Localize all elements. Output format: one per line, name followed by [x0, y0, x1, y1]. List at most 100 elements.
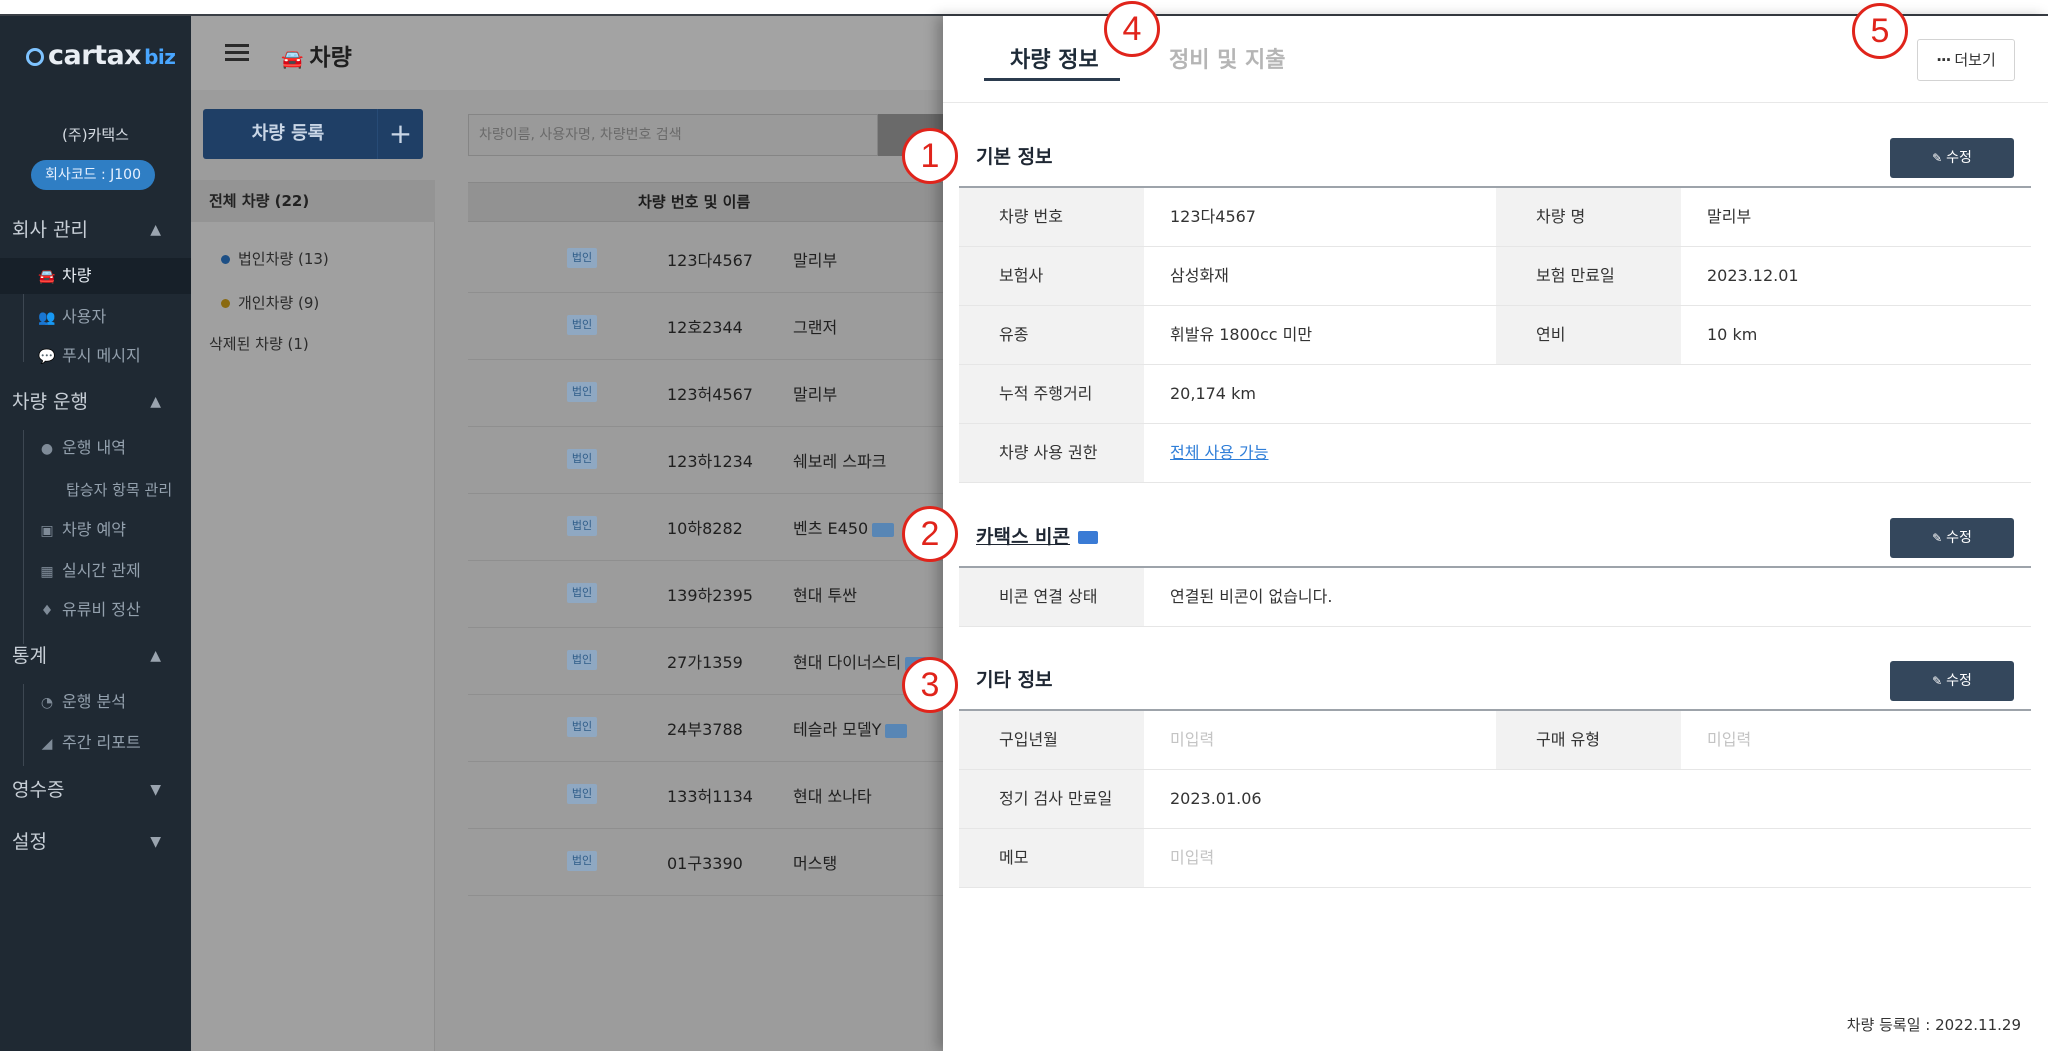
map-icon: ▦: [40, 564, 54, 580]
nav-group-label: 통계: [12, 645, 47, 667]
tab-maintenance-expense[interactable]: 정비 및 지출: [1169, 42, 1286, 74]
annotation-marker-4: 4: [1104, 1, 1160, 57]
corporate-badge: 법인: [567, 248, 597, 268]
company-code-badge: 회사코드 : J100: [31, 160, 155, 190]
logo-mark-icon: [26, 48, 44, 66]
table-row[interactable]: 법인 24부3788 테슬라 모델Y: [468, 695, 943, 762]
corporate-badge: 법인: [567, 784, 597, 804]
sidebar-item-users[interactable]: 👥 사용자: [0, 299, 191, 335]
sidebar-item-analysis[interactable]: ◔ 운행 분석: [0, 684, 191, 720]
sidebar-item-label: 실시간 관제: [62, 561, 141, 580]
field-label: 차량 사용 권한: [959, 424, 1144, 482]
filter-deleted-vehicles[interactable]: 삭제된 차량 (1): [209, 333, 309, 354]
field-label: 차량 명: [1496, 188, 1681, 246]
info-row: 비콘 연결 상태 연결된 비콘이 없습니다.: [959, 568, 2031, 627]
nav-group-label: 차량 운행: [12, 391, 88, 413]
info-row: 정기 검사 만료일 2023.01.06: [959, 770, 2031, 829]
nav-group-settings[interactable]: 설정 ▼: [0, 822, 191, 862]
more-button[interactable]: ··· 더보기: [1917, 39, 2015, 81]
table-row[interactable]: 법인 01구3390 머스탱: [468, 829, 943, 896]
table-row[interactable]: 법인 123하1234 쉐보레 스파크: [468, 427, 943, 494]
info-row: 차량 번호 123다4567 차량 명 말리부: [959, 188, 2031, 247]
car-name: 그랜저: [793, 314, 837, 338]
table-row[interactable]: 법인 10하8282 벤츠 E450: [468, 494, 943, 561]
sidebar-item-realtime[interactable]: ▦ 실시간 관제: [0, 553, 191, 589]
edit-beacon-button[interactable]: ✎ 수정: [1890, 518, 2014, 558]
car-name: 말리부: [793, 247, 837, 271]
table-row[interactable]: 법인 12호2344 그랜저: [468, 293, 943, 360]
pencil-icon: ✎: [1932, 674, 1943, 688]
filter-label: 법인차량 (13): [238, 250, 329, 268]
table-row[interactable]: 법인 133허1134 현대 쏘나타: [468, 762, 943, 829]
car-name-text: 말리부: [793, 251, 838, 270]
car-name-text: 테슬라 모델Y: [793, 720, 882, 739]
table-row[interactable]: 법인 27가1359 현대 다이너스티: [468, 628, 943, 695]
car-name-text: 쉐보레 스파크: [793, 452, 887, 471]
table-row[interactable]: 법인 123허4567 말리부: [468, 360, 943, 427]
permission-link[interactable]: 전체 사용 가능: [1170, 424, 1269, 482]
cartax-logo[interactable]: cartax biz: [26, 40, 176, 71]
sidebar-item-label: 주간 리포트: [62, 733, 141, 752]
filter-all-vehicles[interactable]: 전체 차량 (22): [191, 180, 435, 222]
annotation-marker-3: 3: [902, 657, 958, 713]
chevron-down-icon: ▼: [150, 834, 161, 850]
tab-vehicle-info[interactable]: 차량 정보: [1010, 42, 1099, 74]
more-dots-icon: ···: [1936, 51, 1951, 69]
edit-other-info-button[interactable]: ✎ 수정: [1890, 661, 2014, 701]
corporate-badge: 법인: [567, 717, 597, 737]
sidebar-item-passenger[interactable]: 탑승자 항목 관리: [0, 472, 191, 508]
sidebar-item-label: 사용자: [62, 307, 107, 326]
car-number: 10하8282: [667, 519, 743, 538]
filter-personal-vehicles[interactable]: 개인차량 (9): [221, 292, 319, 313]
sidebar-item-reservation[interactable]: ▣ 차량 예약: [0, 512, 191, 548]
logo-suffix: biz: [144, 45, 176, 69]
beacon-title[interactable]: 카택스 비콘: [976, 522, 1099, 549]
sidebar-item-car[interactable]: 🚘 차량: [0, 258, 191, 294]
sidebar-item-push[interactable]: 💬 푸시 메시지: [0, 338, 191, 374]
car-name-text: 벤츠 E450: [793, 519, 869, 538]
field-value: 미입력: [1170, 730, 1215, 749]
field-label: 메모: [959, 829, 1144, 887]
search-input[interactable]: 차량이름, 사용자명, 차량번호 검색: [468, 114, 878, 156]
calendar-icon: ▣: [40, 523, 54, 539]
beacon-icon: [872, 522, 895, 537]
nav-group-company[interactable]: 회사 관리 ▲: [0, 210, 191, 250]
register-car-button[interactable]: 차량 등록 +: [203, 109, 423, 159]
sidebar-item-fuel[interactable]: ♦ 유류비 정산: [0, 592, 191, 628]
vehicle-table-header: 차량 번호 및 이름: [468, 182, 943, 222]
annotation-marker-1: 1: [902, 128, 958, 184]
sidebar-item-label: 유류비 정산: [62, 600, 141, 619]
car-icon: 🚘: [38, 269, 56, 285]
more-button-label: 더보기: [1954, 51, 1996, 69]
other-info-title: 기타 정보: [976, 669, 1053, 691]
car-name: 머스탱: [793, 850, 837, 874]
sidebar-item-weekly[interactable]: ◢ 주간 리포트: [0, 725, 191, 761]
pie-chart-icon: ◔: [40, 695, 54, 711]
table-row[interactable]: 법인 123다4567 말리부: [468, 226, 943, 293]
car-number: 24부3788: [667, 720, 743, 739]
car-name: 현대 쏘나타: [793, 783, 872, 807]
nav-group-driving[interactable]: 차량 운행 ▲: [0, 382, 191, 422]
car-name-text: 그랜저: [793, 318, 838, 337]
field-value: 휘발유 1800cc 미만: [1170, 325, 1313, 344]
hamburger-menu-icon[interactable]: [225, 44, 249, 64]
filter-corporate-vehicles[interactable]: 법인차량 (13): [221, 248, 329, 269]
field-value: 미입력: [1707, 730, 1752, 749]
users-icon: 👥: [38, 310, 56, 326]
info-row: 구입년월 미입력 구매 유형 미입력: [959, 711, 2031, 770]
nav-group-stats[interactable]: 통계 ▲: [0, 636, 191, 676]
sidebar: cartax biz (주)카택스 회사코드 : J100 회사 관리 ▲ 🚘 차…: [0, 16, 191, 1051]
car-icon: 🚘: [281, 49, 304, 70]
table-row[interactable]: 법인 139하2395 현대 투싼: [468, 561, 943, 628]
location-pin-icon: ●: [40, 441, 54, 457]
car-name-text: 현대 투싼: [793, 586, 857, 605]
edit-basic-info-button[interactable]: ✎ 수정: [1890, 138, 2014, 178]
field-value: 20,174 km: [1170, 384, 1256, 403]
sidebar-item-label: 차량 예약: [62, 520, 126, 539]
sidebar-item-trips[interactable]: ● 운행 내역: [0, 430, 191, 466]
nav-group-receipts[interactable]: 영수증 ▼: [0, 770, 191, 810]
field-label: 유종: [959, 306, 1144, 364]
corporate-badge: 법인: [567, 382, 597, 402]
field-value: 연결된 비콘이 없습니다.: [1170, 587, 1333, 606]
annotation-marker-2: 2: [902, 506, 958, 562]
